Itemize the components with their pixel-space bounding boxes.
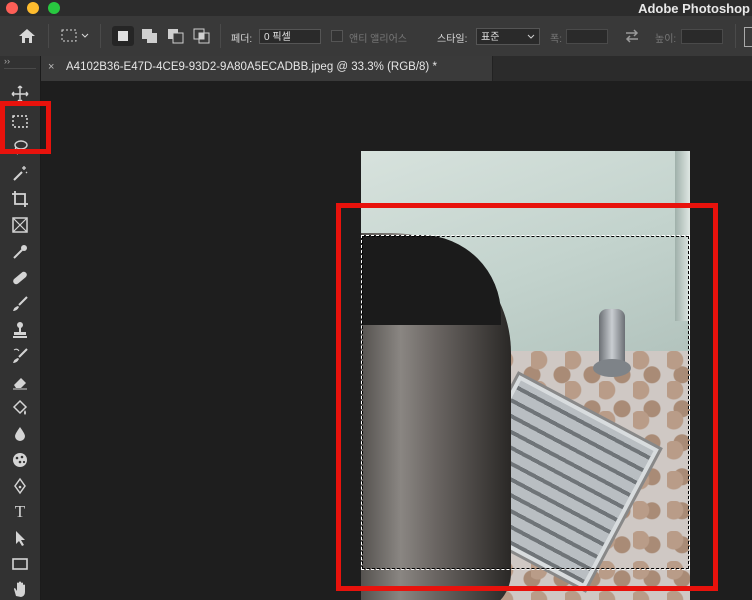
magic-wand-tool[interactable] [8,162,32,184]
path-selection-tool[interactable] [8,527,32,549]
home-icon [19,29,35,43]
crop-tool[interactable] [8,188,32,210]
title-bar: Adobe Photoshop [0,0,752,16]
feather-input[interactable]: 0 픽셀 [259,29,321,44]
clone-stamp-tool[interactable] [8,319,32,341]
crop-icon [12,191,28,207]
brush-icon [13,296,28,311]
new-selection-icon [118,31,128,41]
document-tab-bar: × A4102B36-E47D-4CE9-93D2-9A80A5ECADBB.j… [0,56,752,81]
collapse-panel-icon[interactable]: ›› [4,56,10,66]
antialias-checkbox[interactable] [331,30,343,42]
height-label: 높이: [655,34,677,45]
frame-tool[interactable] [8,214,32,236]
document-tab[interactable]: × A4102B36-E47D-4CE9-93D2-9A80A5ECADBB.j… [40,56,493,81]
eyedropper-icon [13,245,27,259]
subtract-from-selection-button[interactable] [166,26,186,51]
eraser-icon [13,378,27,390]
droplet-icon [15,427,25,441]
pen-icon [14,477,26,495]
chevron-down-icon [527,34,535,39]
highlight-marquee-tool [0,101,51,154]
toolbar-divider [4,68,36,69]
swap-dimensions-button[interactable] [624,29,640,48]
eraser-tool[interactable] [8,371,32,393]
home-button[interactable] [18,28,36,49]
marquee-preset-icon [61,29,89,42]
feather-label: 페더: [231,34,253,45]
select-and-mask-button[interactable] [744,27,752,47]
app-title: Adobe Photoshop [638,1,750,16]
add-to-selection-button[interactable] [140,26,160,51]
type-tool[interactable]: T [8,501,32,523]
style-select[interactable]: 표준 [476,28,540,45]
tab-close-icon[interactable]: × [48,61,54,73]
paint-bucket-icon [12,399,28,415]
rectangle-tool[interactable] [8,553,32,575]
intersect-selection-button[interactable] [192,26,212,51]
sponge-tool[interactable] [8,449,32,471]
arrow-pointer-icon [16,531,25,546]
eyedropper-tool[interactable] [8,241,32,263]
healing-brush-tool[interactable] [8,267,32,289]
maximize-window-button[interactable] [48,2,60,14]
add-selection-icon [142,29,157,43]
hand-tool[interactable] [8,578,32,600]
frame-icon [12,217,28,233]
style-select-value: 표준 [481,32,500,43]
pen-tool[interactable] [8,475,32,497]
options-bar: 페더: 0 픽셀 앤티 앨리어스 스타일: 표준 폭: 높이: [0,16,752,57]
bandage-icon [13,271,27,285]
new-selection-button[interactable] [112,26,134,46]
hand-icon [14,581,25,597]
rectangle-icon [12,558,28,570]
style-label: 스타일: [437,34,468,45]
swap-arrows-icon [625,29,639,43]
history-brush-tool[interactable] [8,345,32,367]
sponge-icon [13,453,27,467]
width-label: 폭: [550,34,562,45]
brush-tool[interactable] [8,293,32,315]
subtract-selection-icon [168,29,184,44]
minimize-window-button[interactable] [27,2,39,14]
height-input[interactable] [681,29,723,44]
blur-tool[interactable] [8,423,32,445]
antialias-label: 앤티 앨리어스 [349,34,407,45]
document-tab-title: A4102B36-E47D-4CE9-93D2-9A80A5ECADBB.jpe… [66,61,437,73]
highlight-selection-area [336,203,718,591]
paint-bucket-tool[interactable] [8,397,32,419]
tool-preset-picker[interactable] [60,28,90,49]
stamp-icon [13,322,27,338]
width-input[interactable] [566,29,608,44]
close-window-button[interactable] [6,2,18,14]
magic-wand-icon [13,166,28,181]
history-brush-icon [13,348,28,363]
intersect-selection-icon [193,28,210,44]
